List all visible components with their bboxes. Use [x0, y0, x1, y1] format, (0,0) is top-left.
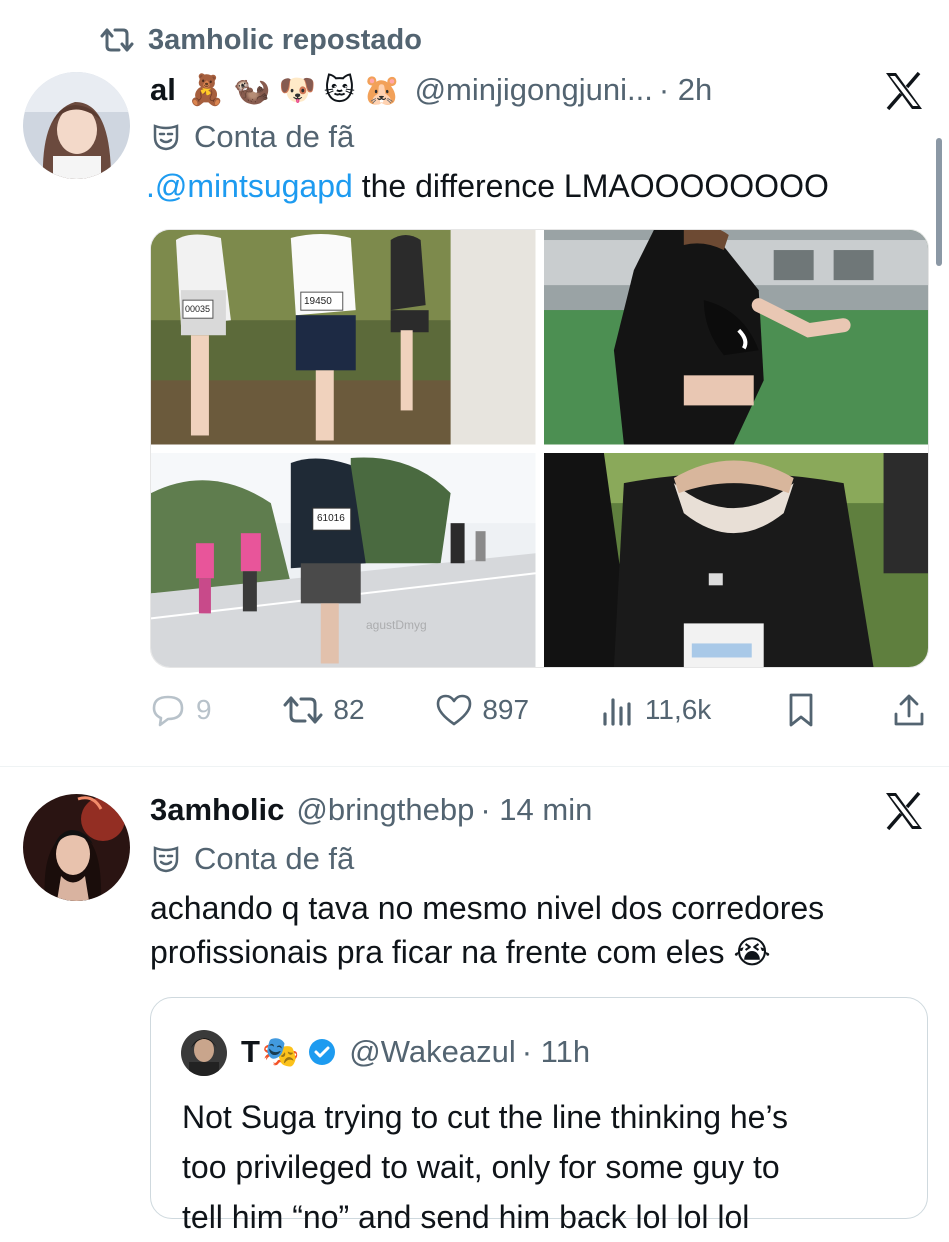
bib-number: 61016 — [317, 512, 345, 524]
x-logo-icon[interactable] — [883, 70, 925, 112]
bookmark-icon — [789, 693, 813, 727]
views-icon — [603, 698, 631, 726]
quoted-header: T 🎭 @Wakeazul · 11h — [241, 1032, 590, 1072]
quoted-post-time[interactable]: · 11h — [522, 1034, 590, 1070]
verified-icon — [309, 1039, 336, 1065]
author-name[interactable]: 3amholic — [150, 792, 284, 828]
like-icon — [437, 694, 472, 726]
fan-account-label: Conta de fã — [194, 841, 355, 876]
bib-number: 19450 — [304, 296, 332, 307]
theater-mask-icon — [153, 124, 179, 151]
quoted-post-text: Not Suga trying to cut the line thinking… — [182, 1092, 788, 1242]
quoted-name-emoji: 🎭 — [261, 1034, 300, 1070]
reply-button[interactable]: 9 — [150, 693, 212, 727]
post-time[interactable]: · 2h — [659, 72, 712, 108]
fan-account-badge: Conta de fã — [152, 839, 354, 879]
theater-mask-icon — [153, 846, 179, 873]
media-grid: 00035 19450 61016 agustDmyg — [150, 229, 929, 668]
quoted-text-line: too privileged to wait, only for some gu… — [182, 1149, 780, 1185]
watermark: agustDmyg — [366, 617, 427, 632]
post-text-line: profissionais pra ficar na frente com el… — [150, 934, 771, 970]
author-handle[interactable]: @bringthebp — [296, 792, 474, 828]
quoted-text-line: Not Suga trying to cut the line thinking… — [182, 1099, 788, 1135]
repost-indicator[interactable]: 3amholic repostado — [100, 20, 422, 60]
repost-label: 3amholic repostado — [148, 23, 422, 56]
media-photo-3[interactable]: 61016 agustDmyg — [151, 452, 536, 667]
x-logo-icon[interactable] — [883, 790, 925, 832]
repost-icon — [100, 28, 134, 52]
view-count: 11,6k — [644, 694, 712, 725]
avatar[interactable] — [23, 794, 130, 901]
post-header: al 🧸🦦🐶🐱🐹 @minjigongjuni... · 2h — [150, 70, 712, 110]
quoted-post[interactable]: T 🎭 @Wakeazul · 11h Not Suga trying to c… — [150, 997, 928, 1235]
media-photo-2[interactable] — [543, 230, 928, 445]
repost-button[interactable]: 82 — [283, 694, 365, 726]
avatar[interactable] — [23, 72, 130, 179]
quoted-avatar[interactable] — [181, 1030, 227, 1076]
like-button[interactable]: 897 — [436, 694, 529, 726]
post-text-line: achando q tava no mesmo nivel dos corred… — [150, 890, 825, 926]
author-name[interactable]: al — [150, 72, 176, 108]
bib-number: 00035 — [185, 304, 211, 314]
fan-account-badge: Conta de fã — [152, 117, 354, 157]
views-button[interactable]: 11,6k — [601, 694, 711, 726]
post-action-bar: 9 82 897 11,6k — [150, 684, 927, 736]
fan-account-label: Conta de fã — [194, 119, 355, 154]
media-photo-1[interactable]: 00035 19450 — [151, 230, 536, 445]
post-time[interactable]: · 14 min — [480, 792, 592, 828]
post-divider — [0, 766, 949, 767]
share-icon — [894, 694, 924, 726]
reply-count: 9 — [196, 694, 212, 725]
bookmark-button[interactable] — [783, 692, 819, 728]
author-name-emojis: 🧸🦦🐶🐱🐹 — [187, 72, 409, 108]
post-text: .@mintsugapd the difference LMAOOOOOOOO — [146, 164, 829, 208]
share-button[interactable] — [891, 692, 927, 728]
author-handle[interactable]: @minjigongjuni... — [415, 72, 653, 108]
media-photo-4[interactable] — [543, 452, 928, 667]
scrollbar[interactable] — [936, 138, 942, 266]
like-count: 897 — [482, 694, 530, 725]
post-text-body: the difference LMAOOOOOOOO — [352, 168, 829, 204]
quoted-author-name[interactable]: T — [241, 1034, 260, 1070]
mention-link[interactable]: .@mintsugapd — [146, 168, 353, 204]
repost-count: 82 — [333, 694, 365, 725]
repost-icon — [283, 696, 323, 724]
quoted-author-handle[interactable]: @Wakeazul — [349, 1034, 515, 1070]
post-text: achando q tava no mesmo nivel dos corred… — [150, 886, 824, 974]
reply-icon — [152, 695, 184, 727]
post-header: 3amholic @bringthebp · 14 min — [150, 790, 592, 830]
